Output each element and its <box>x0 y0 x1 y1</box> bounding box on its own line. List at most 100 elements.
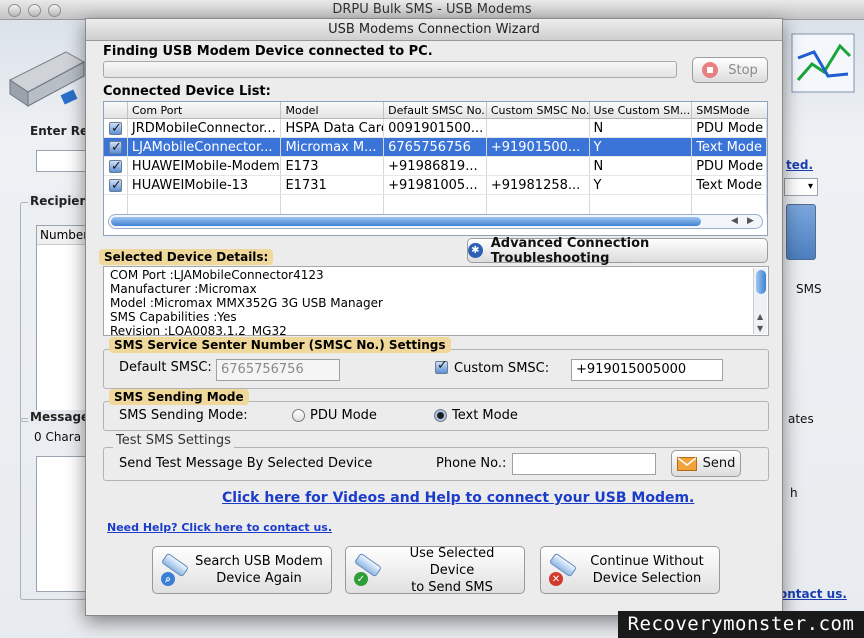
bg-dropdown[interactable]: ▾ <box>784 178 818 196</box>
app-title: DRPU Bulk SMS - USB Modems <box>332 2 532 17</box>
cell-default-smsc: 0091901500... <box>384 119 487 137</box>
column-model[interactable]: Model <box>281 102 385 118</box>
custom-smsc-label: Custom SMSC: <box>454 361 550 376</box>
table-row-empty <box>104 195 767 214</box>
row-checkbox[interactable] <box>104 138 128 156</box>
ates-label: ates <box>788 412 814 426</box>
cell-sms-mode: Text Mode <box>692 138 767 156</box>
search-again-line2: Device Again <box>216 571 302 586</box>
continue-without-device-button[interactable]: ✕ Continue Without Device Selection <box>540 546 720 594</box>
row-checkbox[interactable] <box>104 176 128 194</box>
device-list-label: Connected Device List: <box>103 84 271 99</box>
cell-sms-mode: PDU Mode <box>692 119 767 137</box>
envelope-icon <box>676 456 697 471</box>
text-mode-radio[interactable] <box>434 409 447 422</box>
text-mode-label: Text Mode <box>452 408 518 423</box>
custom-smsc-checkbox[interactable] <box>435 358 449 375</box>
cell-use-custom: N <box>590 119 693 137</box>
scroll-left-arrow-icon[interactable]: ◀ <box>731 215 738 228</box>
column-use-custom[interactable]: Use Custom SM... <box>590 102 693 118</box>
default-smsc-field[interactable]: 6765756756 <box>216 359 340 381</box>
gear-icon: ✱ <box>468 243 483 258</box>
need-help-link[interactable]: Need Help? Click here to contact us. <box>107 521 332 534</box>
table-row[interactable]: HUAWEIMobile-Modem E173 +91986819... N P… <box>104 157 767 176</box>
pdu-mode-radio[interactable] <box>292 409 305 422</box>
recipient-list-bg[interactable]: Number <box>36 225 88 415</box>
table-header: Com Port Model Default SMSC No. Custom S… <box>104 102 767 119</box>
advanced-button-label: Advanced Connection Troubleshooting <box>490 235 650 266</box>
advanced-troubleshooting-button[interactable]: ✱ Advanced Connection Troubleshooting <box>467 235 768 266</box>
cell-custom-smsc: +91901500... <box>487 138 590 156</box>
detail-line: Manufacturer :Micromax <box>110 282 257 296</box>
connected-device-table: Com Port Model Default SMSC No. Custom S… <box>103 101 768 236</box>
stop-icon <box>702 62 719 78</box>
cell-default-smsc: +91981005... <box>384 176 487 194</box>
cell-default-smsc: +91986819... <box>384 157 487 175</box>
column-default-smsc[interactable]: Default SMSC No. <box>384 102 487 118</box>
selected-details-label: Selected Device Details: <box>99 249 274 265</box>
usb-modem-illustration <box>9 51 86 107</box>
row-checkbox[interactable] <box>104 119 128 137</box>
send-button[interactable]: Send <box>671 450 741 477</box>
table-row[interactable]: LJAMobileConnector... Micromax M... 6765… <box>104 138 767 157</box>
table-row[interactable]: JRDMobileConnector... HSPA Data Card 009… <box>104 119 767 138</box>
bg-side-button[interactable] <box>786 204 816 260</box>
checkbox-column-header[interactable] <box>104 102 128 118</box>
stop-button-label: Stop <box>728 62 758 78</box>
send-button-label: Send <box>702 456 736 471</box>
cell-model: Micromax M... <box>281 138 385 156</box>
bg-link-partial[interactable]: ted. <box>786 158 813 172</box>
device-details-box: COM Port :LJAMobileConnector4123 Manufac… <box>103 266 769 336</box>
pdu-mode-label: PDU Mode <box>310 408 377 423</box>
row-checkbox[interactable] <box>104 157 128 175</box>
main-title-bar: DRPU Bulk SMS - USB Modems <box>0 0 864 20</box>
cell-custom-smsc <box>487 119 590 137</box>
cell-com-port: HUAWEIMobile-13 <box>128 176 282 194</box>
usb-check-icon: ✓ <box>352 552 386 587</box>
watermark: Recoverymonster.com <box>618 611 864 638</box>
cell-sms-mode: Text Mode <box>692 176 767 194</box>
zoom-window-button[interactable] <box>48 4 61 17</box>
minimize-window-button[interactable] <box>28 4 41 17</box>
cell-use-custom: Y <box>590 138 693 156</box>
use-selected-line2: to Send SMS <box>411 579 493 595</box>
cell-com-port: JRDMobileConnector... <box>128 119 282 137</box>
sending-mode-section-label: SMS Sending Mode <box>109 389 249 405</box>
phone-input[interactable] <box>512 453 656 475</box>
char-count: 0 Chara <box>34 430 82 444</box>
use-selected-device-button[interactable]: ✓ Use Selected Device to Send SMS <box>345 546 525 595</box>
usb-modem-wizard-dialog: USB Modems Connection Wizard Finding USB… <box>85 18 783 616</box>
table-row[interactable]: HUAWEIMobile-13 E1731 +91981005... +9198… <box>104 176 767 195</box>
column-com-port[interactable]: Com Port <box>128 102 282 118</box>
finding-label: Finding USB Modem Device connected to PC… <box>103 44 433 59</box>
smsc-section-label: SMS Service Senter Number (SMSC No.) Set… <box>109 337 451 353</box>
videos-help-link[interactable]: Click here for Videos and Help to connec… <box>222 490 694 506</box>
search-again-button[interactable]: ⌕ Search USB Modem Device Again <box>152 546 332 594</box>
stop-button[interactable]: Stop <box>692 57 768 83</box>
message-textarea-bg[interactable] <box>36 456 86 592</box>
cell-model: E173 <box>281 157 385 175</box>
column-sms-mode[interactable]: SMSMode <box>692 102 767 118</box>
details-vertical-scrollbar[interactable]: ▲ ▼ <box>753 268 767 334</box>
scrollbar-thumb[interactable] <box>756 270 766 294</box>
close-window-button[interactable] <box>8 4 21 17</box>
column-custom-smsc[interactable]: Custom SMSC No. <box>487 102 590 118</box>
detail-line: SMS Capabilities :Yes <box>110 310 237 324</box>
scroll-down-arrow-icon[interactable]: ▼ <box>757 322 763 335</box>
cell-com-port: LJAMobileConnector... <box>128 138 282 156</box>
search-again-line1: Search USB Modem <box>195 554 323 569</box>
continue-line2: Device Selection <box>592 571 702 586</box>
cell-custom-smsc: +91981258... <box>487 176 590 194</box>
table-horizontal-scrollbar[interactable]: ◀ ▶ <box>108 214 763 229</box>
detail-line: COM Port :LJAMobileConnector4123 <box>110 268 324 282</box>
scroll-right-arrow-icon[interactable]: ▶ <box>747 215 754 228</box>
cell-com-port: HUAWEIMobile-Modem <box>128 157 282 175</box>
custom-smsc-field[interactable]: +919015005000 <box>571 359 723 381</box>
bg-contact-link[interactable]: ontact us. <box>779 587 847 601</box>
h-label: h <box>790 486 798 500</box>
sms-label: SMS <box>796 282 822 296</box>
recipient-input-bg[interactable] <box>36 150 86 172</box>
scrollbar-thumb[interactable] <box>111 217 701 226</box>
search-progress-bar <box>103 61 677 78</box>
cell-model: HSPA Data Card <box>281 119 385 137</box>
